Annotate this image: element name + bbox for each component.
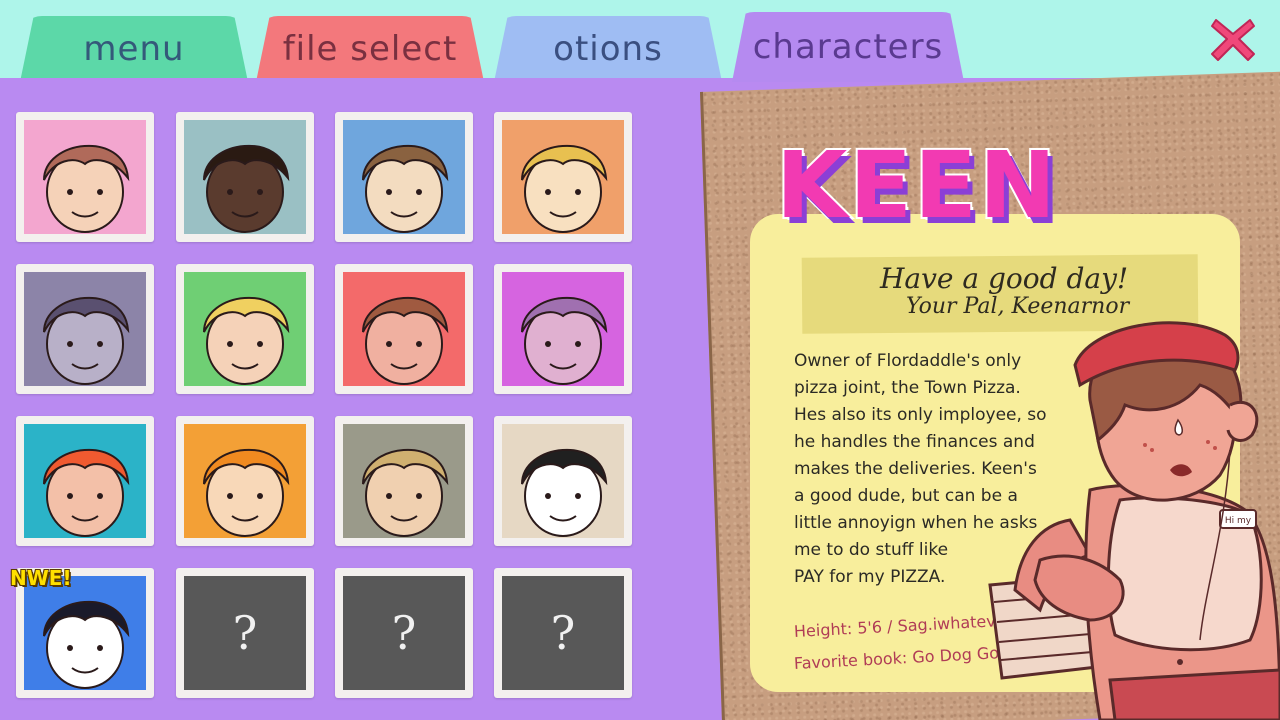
character-card-13[interactable]: NWE! (10, 566, 154, 698)
tab-characters[interactable]: characters (732, 12, 964, 82)
character-face-icon (203, 144, 290, 233)
character-face-icon (521, 144, 608, 233)
character-card-6[interactable] (176, 264, 314, 394)
character-card-16[interactable]: ? (494, 568, 632, 698)
character-face-icon (362, 448, 449, 537)
tab-menu-label: menu (83, 29, 185, 69)
tab-menu[interactable]: menu (20, 16, 248, 82)
character-face-icon (362, 296, 449, 385)
locked-portrait: ? (343, 576, 465, 690)
character-face-icon (521, 448, 608, 537)
character-portrait-thumb (24, 120, 146, 234)
character-portrait-thumb (343, 120, 465, 234)
character-card-1[interactable] (16, 112, 154, 242)
character-card-15[interactable]: ? (335, 568, 473, 698)
character-portrait-thumb (343, 272, 465, 386)
svg-text:Hi my: Hi my (1225, 516, 1252, 526)
character-card-4[interactable] (494, 112, 632, 242)
tab-file-select[interactable]: file select (256, 16, 484, 82)
character-portrait: Hi my (980, 310, 1280, 720)
locked-question-mark: ? (232, 606, 258, 660)
character-portrait-thumb (24, 576, 146, 690)
new-badge: NWE! (10, 566, 72, 590)
greeting-line-1: Have a good day! (880, 262, 1129, 295)
character-portrait-thumb (343, 424, 465, 538)
character-card-11[interactable] (335, 416, 473, 546)
character-face-icon (521, 296, 608, 385)
character-card-2[interactable] (176, 112, 314, 242)
character-card-3[interactable] (335, 112, 473, 242)
character-name: KEEN (774, 132, 1058, 239)
character-portrait-thumb (502, 424, 624, 538)
tab-options-label: otions (553, 29, 663, 69)
character-face-icon (43, 448, 130, 537)
character-portrait-thumb (24, 272, 146, 386)
character-portrait-thumb (502, 120, 624, 234)
close-button[interactable] (1208, 14, 1258, 64)
character-portrait-thumb (502, 272, 624, 386)
character-face-icon (362, 144, 449, 233)
tab-options[interactable]: otions (494, 16, 722, 82)
locked-question-mark: ? (550, 606, 576, 660)
character-card-8[interactable] (494, 264, 632, 394)
locked-question-mark: ? (391, 606, 417, 660)
character-face-icon (43, 144, 130, 233)
character-portrait-thumb (184, 424, 306, 538)
character-face-icon (43, 296, 130, 385)
locked-portrait: ? (502, 576, 624, 690)
character-portrait-thumb (184, 272, 306, 386)
close-x-icon (1211, 19, 1255, 61)
tab-characters-label: characters (752, 27, 944, 67)
tab-file-select-label: file select (282, 29, 458, 69)
locked-portrait: ? (184, 576, 306, 690)
character-portrait-thumb (184, 120, 306, 234)
character-card-9[interactable] (16, 416, 154, 546)
character-face-icon (43, 600, 130, 689)
character-card-12[interactable] (494, 416, 632, 546)
character-face-icon (203, 296, 290, 385)
character-card-14[interactable]: ? (176, 568, 314, 698)
character-portrait-thumb (24, 424, 146, 538)
character-card-5[interactable] (16, 264, 154, 394)
character-face-icon (203, 448, 290, 537)
character-card-7[interactable] (335, 264, 473, 394)
character-card-10[interactable] (176, 416, 314, 546)
